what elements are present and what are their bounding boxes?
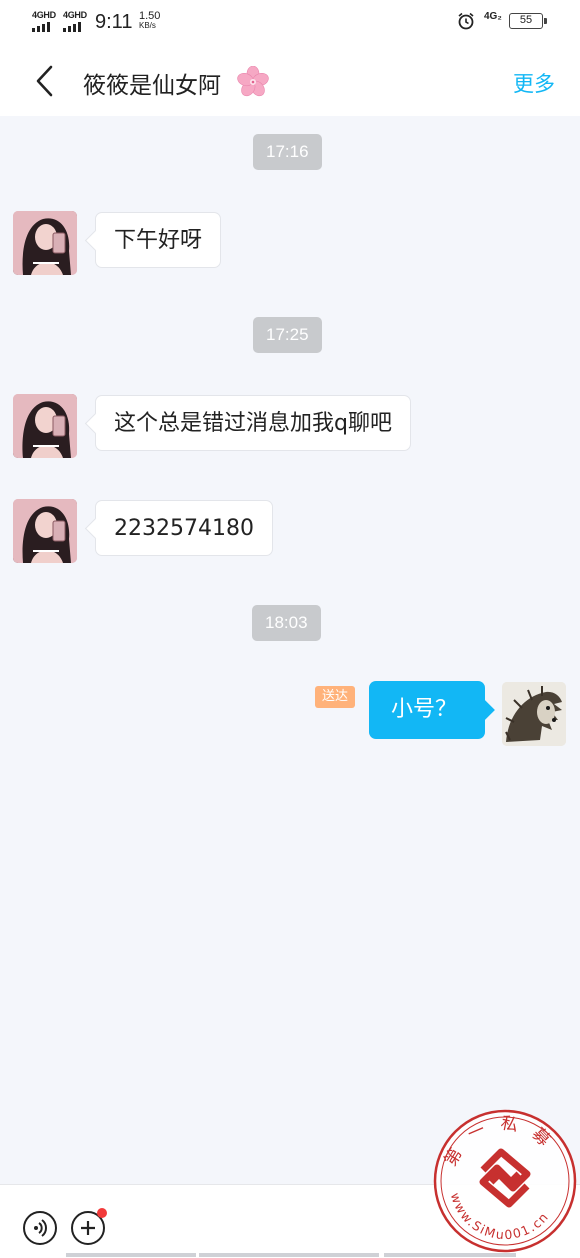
avatar-photo bbox=[13, 394, 77, 458]
battery-level: 55 bbox=[519, 14, 533, 26]
timestamp: 17:16 bbox=[253, 134, 322, 170]
speed-unit: KB/s bbox=[139, 21, 156, 30]
timestamp: 18:03 bbox=[252, 605, 321, 641]
delivered-badge: 送达 bbox=[315, 686, 356, 708]
message-bubble[interactable]: 这个总是错过消息加我q聊吧 bbox=[95, 395, 411, 451]
chat-header: 筱筱是仙女阿 更多 bbox=[0, 46, 580, 116]
speed-value: 1.50 bbox=[139, 10, 161, 22]
message-bubble-outgoing[interactable]: 小号？ bbox=[369, 681, 485, 739]
voice-icon bbox=[34, 1219, 47, 1237]
more-button[interactable]: 更多 bbox=[513, 68, 555, 98]
message-bubble[interactable]: 下午好呀 bbox=[95, 212, 222, 268]
contact-avatar[interactable] bbox=[13, 499, 77, 563]
my-avatar[interactable] bbox=[502, 682, 566, 746]
network-type: 4G₂ bbox=[484, 11, 502, 22]
voice-button[interactable] bbox=[23, 1211, 57, 1245]
timestamp: 17:25 bbox=[253, 317, 322, 353]
contact-avatar[interactable] bbox=[13, 394, 77, 458]
network-speed: 1.50 KB/s bbox=[139, 11, 160, 31]
status-time: 9:11 bbox=[95, 11, 133, 33]
contact-avatar[interactable] bbox=[13, 211, 77, 275]
plus-icon bbox=[81, 1221, 95, 1235]
notification-dot bbox=[97, 1208, 107, 1218]
back-arrow-icon[interactable] bbox=[30, 64, 60, 98]
avatar-photo bbox=[13, 211, 77, 275]
hedgehog-avatar-image bbox=[502, 682, 566, 746]
avatar-photo bbox=[13, 499, 77, 563]
status-bar: 4GHD 4GHD 9:11 1.50 KB/s 4G₂ 55 bbox=[0, 0, 580, 46]
message-bubble[interactable]: 2232574180 bbox=[95, 500, 273, 556]
message-list[interactable]: 17:16 下午好呀 17:25 这个总是错过消息加我q聊吧 223257418… bbox=[0, 116, 580, 1184]
watermark-stamp: 第一私募 www.SiMu001.cn bbox=[433, 1109, 577, 1253]
contact-name: 筱筱是仙女阿 bbox=[83, 73, 221, 99]
alarm-icon bbox=[458, 12, 474, 30]
battery-icon: 55 bbox=[509, 13, 547, 29]
cherry-blossom-icon bbox=[237, 66, 269, 97]
